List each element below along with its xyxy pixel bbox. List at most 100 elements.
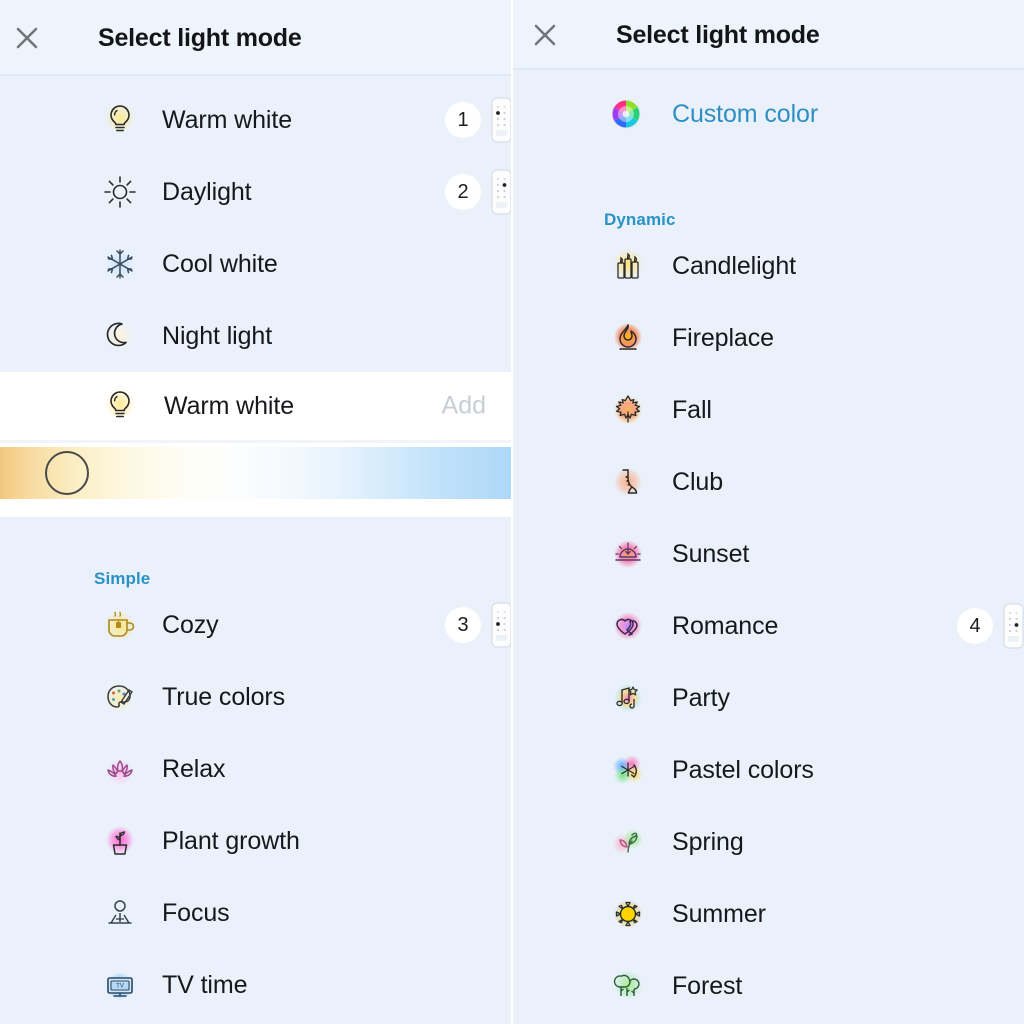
list-item-fireplace[interactable]: Fireplace [512, 302, 1024, 374]
list-item-label: Daylight [162, 177, 252, 206]
trees-icon [606, 964, 650, 1008]
list-item-club[interactable]: Club [512, 446, 1024, 518]
list-item-label: Forest [672, 971, 743, 1000]
lightbulb-icon [98, 98, 142, 142]
left-panel-header: Select light mode [0, 0, 512, 76]
svg-text:TV: TV [116, 984, 124, 990]
two-hearts-icon [606, 604, 650, 648]
list-item-custom-color[interactable]: Custom color [512, 78, 1024, 150]
saxophone-icon [606, 460, 650, 504]
row-right-controls: 1 [445, 97, 512, 143]
list-item-label: Candlelight [672, 251, 796, 280]
row-right-controls: 2 [445, 169, 512, 215]
list-item-label: Night light [162, 321, 273, 350]
list-item-label: True colors [162, 682, 286, 711]
scene-number-badge[interactable]: 4 [957, 608, 993, 644]
list-item-relax[interactable]: Relax [0, 733, 512, 805]
list-item-spring[interactable]: Spring [512, 806, 1024, 878]
list-item-label: Relax [162, 754, 226, 783]
left-top-list: Warm white 1 Daylight 2 Cool white Night… [0, 84, 512, 372]
right-dynamic-list: Candlelight Fireplace Fall Club Sunset R… [512, 230, 1024, 1022]
person-desk-icon [98, 891, 142, 935]
color-wheel-icon [604, 92, 648, 136]
selected-mode-row[interactable]: Warm white Add [0, 372, 512, 440]
remote-icon[interactable] [491, 169, 512, 215]
maple-leaf-icon [606, 388, 650, 432]
scene-number-badge[interactable]: 1 [445, 102, 481, 138]
list-item-label: Focus [162, 898, 230, 927]
list-item-candlelight[interactable]: Candlelight [512, 230, 1024, 302]
light-mode-picker-screen: Select light mode Warm white 1 Daylight … [0, 0, 1024, 1024]
list-item-label: TV time [162, 970, 248, 999]
slider-track[interactable] [0, 447, 512, 499]
list-item-summer[interactable]: Summer [512, 878, 1024, 950]
list-item-night-light[interactable]: Night light [0, 300, 512, 372]
list-item-label: Warm white [162, 105, 293, 134]
list-item-label: Spring [672, 827, 744, 856]
list-item-true-colors[interactable]: True colors [0, 661, 512, 733]
list-item-party[interactable]: Party [512, 662, 1024, 734]
right-panel: Select light mode Custom color Dynamic C… [512, 0, 1024, 1024]
custom-color-label: Custom color [672, 99, 819, 128]
lotus-icon [98, 747, 142, 791]
list-item-label: Summer [672, 899, 766, 928]
list-item-romance[interactable]: Romance 4 [512, 590, 1024, 662]
card-bottom-padding [0, 503, 512, 517]
list-item-warm-white[interactable]: Warm white 1 [0, 84, 512, 156]
music-notes-icon [606, 676, 650, 720]
list-item-plant-growth[interactable]: Plant growth [0, 805, 512, 877]
remote-icon[interactable] [1003, 603, 1024, 649]
list-item-fall[interactable]: Fall [512, 374, 1024, 446]
list-item-forest[interactable]: Forest [512, 950, 1024, 1022]
remote-icon[interactable] [491, 602, 512, 648]
add-button[interactable]: Add [442, 392, 486, 421]
close-icon[interactable] [518, 8, 572, 62]
scene-number-badge[interactable]: 3 [445, 607, 481, 643]
list-item-daylight[interactable]: Daylight 2 [0, 156, 512, 228]
sun-bright-icon [606, 892, 650, 936]
selected-mode-card: Warm white Add [0, 372, 512, 517]
potted-plant-icon [98, 819, 142, 863]
left-panel: Select light mode Warm white 1 Daylight … [0, 0, 512, 1024]
sprout-icon [606, 820, 650, 864]
list-item-sunset[interactable]: Sunset [512, 518, 1024, 590]
list-item-focus[interactable]: Focus [0, 877, 512, 949]
panel-divider [511, 0, 513, 1024]
sun-icon [98, 170, 142, 214]
list-item-label: Club [672, 467, 724, 496]
list-item-label: Pastel colors [672, 755, 814, 784]
section-header-simple: Simple [94, 569, 151, 588]
selected-mode-label: Warm white [164, 391, 295, 420]
candles-icon [606, 244, 650, 288]
list-item-label: Fireplace [672, 323, 774, 352]
remote-icon[interactable] [491, 97, 512, 143]
close-icon[interactable] [0, 11, 54, 65]
list-item-cozy[interactable]: Cozy 3 [0, 589, 512, 661]
list-item-tv-time[interactable]: TV TV time [0, 949, 512, 1021]
lightbulb-icon [98, 384, 142, 428]
left-simple-list: Cozy 3 True colors Relax Plant growth Fo… [0, 589, 512, 1021]
slider-handle[interactable] [44, 451, 89, 495]
color-temperature-slider[interactable] [0, 443, 512, 503]
sunset-icon [606, 532, 650, 576]
list-item-label: Plant growth [162, 826, 300, 855]
row-right-controls: 3 [445, 602, 512, 648]
television-icon: TV [98, 963, 142, 1007]
list-item-label: Romance [672, 611, 779, 640]
row-right-controls: 4 [957, 603, 1024, 649]
list-item-label: Sunset [672, 539, 750, 568]
list-item-label: Cool white [162, 249, 278, 278]
flame-icon [606, 316, 650, 360]
list-item-cool-white[interactable]: Cool white [0, 228, 512, 300]
page-title: Select light mode [98, 23, 302, 52]
list-item-label: Party [672, 683, 730, 712]
tea-cup-icon [98, 603, 142, 647]
section-header-dynamic: Dynamic [604, 210, 676, 229]
list-item-label: Fall [672, 395, 712, 424]
list-item-label: Cozy [162, 610, 219, 639]
moon-icon [98, 314, 142, 358]
snowflake-icon [98, 242, 142, 286]
scene-number-badge[interactable]: 2 [445, 174, 481, 210]
list-item-pastel-colors[interactable]: Pastel colors [512, 734, 1024, 806]
right-panel-header: Select light mode [512, 0, 1024, 70]
